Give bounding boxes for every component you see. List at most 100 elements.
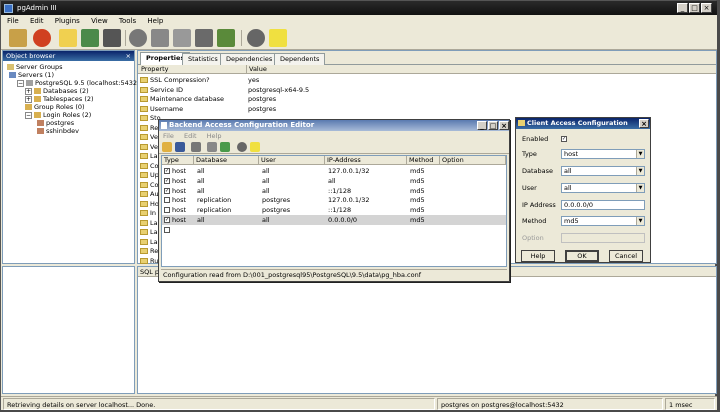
plugins-icon[interactable] — [217, 29, 235, 47]
table-cell: host — [172, 176, 187, 185]
tree-expand-icon[interactable]: − — [25, 111, 32, 119]
property-row[interactable]: Maintenance database postgres — [138, 94, 716, 104]
minimize-button[interactable]: _ — [477, 121, 487, 130]
view-filtered-data-icon[interactable] — [173, 29, 191, 47]
table-row[interactable]: host replication postgres::1/128 md5 — [162, 205, 506, 215]
row-enabled-checkbox[interactable] — [164, 226, 170, 233]
property-row[interactable]: SSL Compression? yes — [138, 75, 716, 85]
tree-item[interactable]: + Databases (2) — [25, 87, 89, 95]
maintenance-icon[interactable] — [195, 29, 213, 47]
table-row[interactable]: ✓ host all all 127.0.0.1/32 md5 — [162, 166, 506, 176]
run-icon[interactable] — [191, 142, 201, 152]
hint-icon[interactable] — [237, 142, 247, 152]
grid-column-header[interactable]: Database — [194, 156, 259, 165]
row-enabled-checkbox[interactable]: ✓ — [164, 217, 170, 223]
method-select[interactable]: md5 ▼ — [561, 216, 645, 226]
menu-plugins[interactable]: Plugins — [55, 17, 80, 25]
row-enabled-checkbox[interactable] — [164, 197, 170, 204]
row-enabled-checkbox[interactable] — [164, 207, 170, 214]
chevron-down-icon[interactable]: ▼ — [636, 217, 644, 225]
ok-button[interactable]: OK — [565, 250, 599, 262]
tree-expand-icon[interactable]: − — [17, 79, 24, 87]
row-enabled-checkbox[interactable]: ✓ — [164, 187, 170, 194]
table-row[interactable] — [162, 225, 506, 235]
cancel-button[interactable]: Cancel — [609, 250, 643, 262]
maximize-button[interactable]: □ — [488, 121, 498, 130]
sql-query-icon[interactable] — [129, 29, 147, 47]
tree-expand-icon[interactable]: + — [25, 95, 32, 103]
row-enabled-checkbox[interactable]: ✓ — [164, 168, 170, 174]
close-icon[interactable]: × — [126, 51, 131, 61]
client-access-title: Client Access Configuration — [527, 119, 628, 127]
tree-expand-icon[interactable]: + — [25, 87, 32, 95]
tree-item[interactable]: + Tablespaces (2) — [25, 95, 94, 103]
type-select[interactable]: host ▼ — [561, 149, 645, 159]
help-icon[interactable] — [250, 142, 260, 152]
close-button[interactable]: × — [499, 121, 509, 130]
refresh-icon[interactable] — [33, 29, 51, 47]
grid-column-header[interactable]: User — [259, 156, 325, 165]
close-button[interactable]: × — [639, 119, 649, 128]
enabled-checkbox[interactable]: ✓ — [561, 136, 567, 142]
property-row[interactable]: Username postgres — [138, 104, 716, 114]
menu-view[interactable]: View — [91, 17, 108, 25]
help-button[interactable]: Help — [521, 250, 555, 262]
tab-dependencies[interactable]: Dependencies — [220, 53, 279, 65]
grid-column-header[interactable]: Type — [162, 156, 194, 165]
grid-column-header[interactable]: Method — [407, 156, 440, 165]
chevron-down-icon[interactable]: ▼ — [636, 150, 644, 158]
properties-icon[interactable] — [59, 29, 77, 47]
property-icon — [140, 134, 148, 140]
help-icon[interactable] — [269, 29, 287, 47]
menu-tools[interactable]: Tools — [119, 17, 136, 25]
property-icon — [140, 219, 148, 226]
tree-item[interactable]: − Login Roles (2) — [25, 111, 91, 119]
tree-item[interactable]: − PostgreSQL 9.5 (localhost:5432) — [17, 79, 140, 87]
table-cell: 127.0.0.1/32 — [328, 167, 370, 175]
hint-icon[interactable] — [247, 29, 265, 47]
undo-icon[interactable] — [207, 142, 217, 152]
tree-item[interactable]: Servers (1) — [9, 71, 54, 79]
tree-item[interactable]: postgres — [37, 119, 74, 127]
hba-menu-help[interactable]: Help — [207, 132, 222, 140]
create-object-icon[interactable] — [81, 29, 99, 47]
tab-statistics[interactable]: Statistics — [182, 53, 224, 65]
chevron-down-icon[interactable]: ▼ — [636, 167, 644, 175]
tree-item[interactable]: sshinbdev — [37, 127, 79, 135]
user-select[interactable]: all ▼ — [561, 183, 645, 193]
tab-dependents[interactable]: Dependents — [274, 53, 326, 65]
hba-menu-edit[interactable]: Edit — [184, 132, 197, 140]
grid-column-header[interactable]: Option — [440, 156, 506, 165]
view-data-icon[interactable] — [151, 29, 169, 47]
menu-edit[interactable]: Edit — [30, 17, 44, 25]
tree-item[interactable]: Group Roles (0) — [25, 103, 85, 111]
connect-icon[interactable] — [9, 29, 27, 47]
menu-file[interactable]: File — [7, 17, 19, 25]
table-row[interactable]: ✓ host all all all md5 — [162, 176, 506, 186]
grid-column-header[interactable]: IP-Address — [325, 156, 407, 165]
table-cell: replication — [197, 206, 232, 215]
property-icon — [140, 248, 148, 254]
save-icon[interactable] — [175, 142, 185, 152]
drop-object-icon[interactable] — [103, 29, 121, 47]
table-row[interactable]: ✓ host all all 0.0.0.0/0 md5 — [162, 215, 506, 225]
row-enabled-checkbox[interactable]: ✓ — [164, 177, 170, 184]
tree-node-icon — [37, 128, 44, 134]
tree-item[interactable]: Server Groups — [7, 63, 63, 71]
close-button[interactable]: × — [701, 3, 712, 13]
chevron-down-icon[interactable]: ▼ — [636, 184, 644, 192]
table-row[interactable]: ✓ host all all::1/128 md5 — [162, 186, 506, 196]
property-row[interactable]: Service ID postgresql-x64-9.5 — [138, 85, 716, 95]
maximize-button[interactable]: □ — [689, 3, 700, 13]
hba-title: Backend Access Configuration Editor — [169, 121, 315, 129]
minimize-button[interactable]: _ — [677, 3, 688, 13]
reload-icon[interactable] — [220, 142, 230, 152]
menu-help[interactable]: Help — [147, 17, 163, 25]
hba-menu-file[interactable]: File — [163, 132, 174, 140]
table-cell: postgres — [262, 206, 291, 215]
ip-address-input[interactable]: 0.0.0.0/0 — [561, 200, 645, 210]
database-select[interactable]: all ▼ — [561, 166, 645, 176]
open-icon[interactable] — [162, 142, 172, 152]
table-cell: all — [262, 216, 270, 224]
table-row[interactable]: host replication postgres 127.0.0.1/32 md5 — [162, 195, 506, 205]
